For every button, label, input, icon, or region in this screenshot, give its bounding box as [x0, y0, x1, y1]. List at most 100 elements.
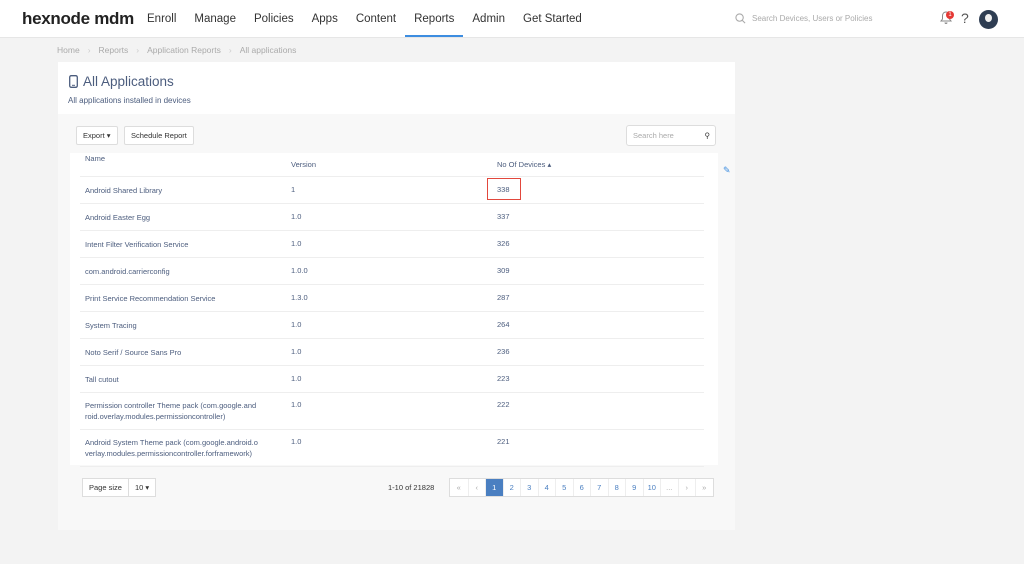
cell-name: Android Shared Library: [85, 186, 163, 195]
column-header-version[interactable]: Version: [291, 153, 316, 177]
breadcrumb-separator-icon: ›: [228, 45, 232, 55]
export-button[interactable]: Export ▾: [76, 126, 118, 145]
breadcrumb: Home › Reports › Application Reports › All app…: [57, 45, 296, 55]
table-header: Name Version No Of Devices ▴: [80, 153, 704, 177]
cell-name: Tall cutout: [85, 375, 119, 384]
page-button[interactable]: »: [695, 479, 713, 496]
cell-devices: 287: [497, 293, 510, 302]
page-button[interactable]: 5: [555, 479, 573, 496]
page-button[interactable]: 10: [642, 479, 661, 496]
page-button[interactable]: ...: [660, 479, 678, 496]
main-menu: Enroll Manage Policies Apps Content Reports Ad…: [138, 0, 591, 38]
nav-item-manage[interactable]: Manage: [185, 0, 245, 38]
nav-item-policies[interactable]: Policies: [245, 0, 303, 38]
table-row[interactable]: Android System Theme pack (com.google.an…: [80, 430, 704, 467]
export-label: Export: [83, 131, 105, 140]
table-search-input[interactable]: Search here ⚲: [626, 125, 716, 146]
cell-devices: 221: [497, 437, 510, 446]
breadcrumb-separator-icon: ›: [136, 45, 140, 55]
cell-version: 1.0: [291, 320, 302, 329]
cell-version: 1.0: [291, 374, 302, 383]
highlight-box: [487, 178, 521, 200]
page-size-select[interactable]: Page size 10 ▾: [82, 478, 157, 497]
cell-version: 1.0: [291, 239, 302, 248]
cell-version: 1.3.0: [291, 293, 308, 302]
table-row[interactable]: Intent Filter Verification Service 1.0 326: [80, 231, 704, 258]
cell-name: Android System Theme pack (com.google.an…: [85, 438, 258, 458]
caret-down-icon: ▾: [106, 131, 111, 140]
nav-item-get-started[interactable]: Get Started: [514, 0, 591, 38]
cell-name: Android Easter Egg: [85, 213, 151, 222]
page-button[interactable]: 7: [590, 479, 608, 496]
card-header: All Applications All applications instal…: [58, 62, 735, 114]
cell-devices: 337: [497, 212, 510, 221]
cell-version: 1.0: [291, 347, 302, 356]
breadcrumb-item[interactable]: Reports: [99, 45, 129, 55]
page-subtitle: All applications installed in devices: [68, 96, 191, 105]
page-size-value: 10: [134, 483, 144, 492]
column-header-label: Name: [85, 154, 106, 163]
table-row[interactable]: com.android.carrierconfig 1.0.0 309: [80, 258, 704, 285]
top-nav: hexnode mdm Enroll Manage Policies Apps Cont…: [0, 0, 1024, 38]
search-icon: [735, 13, 746, 24]
page-button[interactable]: 6: [572, 479, 591, 496]
sort-ascending-icon: ▴: [545, 160, 552, 169]
page-button[interactable]: ‹: [467, 479, 486, 496]
nav-item-enroll[interactable]: Enroll: [138, 0, 185, 38]
cell-devices: 264: [497, 320, 510, 329]
page-size-label: Page size: [89, 483, 122, 492]
edit-columns-icon[interactable]: ✎: [723, 165, 731, 176]
mobile-icon: [69, 75, 78, 88]
page-button[interactable]: 2: [502, 479, 521, 496]
nav-item-reports[interactable]: Reports: [405, 0, 464, 38]
page-title-text: All Applications: [83, 74, 174, 89]
cell-name: Print Service Recommendation Service: [85, 294, 216, 303]
record-count: 1-10 of 21828: [388, 483, 435, 492]
breadcrumb-separator-icon: ›: [87, 45, 91, 55]
cell-name: Intent Filter Verification Service: [85, 240, 189, 249]
column-header-label: Version: [291, 160, 317, 169]
table-row[interactable]: Tall cutout 1.0 223: [80, 366, 704, 393]
nav-item-apps[interactable]: Apps: [303, 0, 347, 38]
cell-version: 1: [291, 185, 296, 194]
page-button[interactable]: 1: [485, 479, 503, 496]
cell-version: 1.0: [291, 400, 302, 409]
avatar[interactable]: [979, 10, 998, 29]
page-button[interactable]: 8: [607, 479, 626, 496]
schedule-report-button[interactable]: Schedule Report: [124, 126, 194, 145]
table-row[interactable]: Android Easter Egg 1.0 337: [80, 204, 704, 231]
cell-name: System Tracing: [85, 321, 137, 330]
page-button[interactable]: ›: [677, 479, 696, 496]
cell-devices: 309: [497, 266, 510, 275]
breadcrumb-item: All applications: [239, 45, 297, 55]
search-icon: ⚲: [704, 131, 711, 140]
global-search[interactable]: Search Devices, Users or Policies: [735, 13, 872, 24]
table-row[interactable]: Permission controller Theme pack (com.go…: [80, 393, 704, 430]
cell-name: Noto Serif / Source Sans Pro: [85, 348, 182, 357]
table-row[interactable]: Noto Serif / Source Sans Pro 1.0 236: [80, 339, 704, 366]
page-button[interactable]: 4: [537, 479, 556, 496]
page-button[interactable]: «: [450, 479, 468, 496]
global-search-placeholder: Search Devices, Users or Policies: [752, 14, 873, 23]
breadcrumb-item[interactable]: Home: [57, 45, 80, 55]
table-row[interactable]: Print Service Recommendation Service 1.3.…: [80, 285, 704, 312]
cell-devices: 236: [497, 347, 510, 356]
notification-badge: 1: [946, 11, 954, 19]
page-button[interactable]: 3: [520, 479, 538, 496]
nav-item-admin[interactable]: Admin: [463, 0, 514, 38]
breadcrumb-item[interactable]: Application Reports: [147, 45, 221, 55]
page-button[interactable]: 9: [625, 479, 643, 496]
pagination: «‹ 1 2 3 4 5 6 7 8 9 10... ›»: [449, 478, 714, 497]
help-icon[interactable]: ?: [961, 10, 969, 26]
table-row[interactable]: System Tracing 1.0 264: [80, 312, 704, 339]
logo[interactable]: hexnode mdm: [22, 9, 134, 29]
nav-item-content[interactable]: Content: [347, 0, 405, 38]
page-title: All Applications: [69, 74, 174, 89]
column-header-no-of-devices[interactable]: No Of Devices ▴: [497, 153, 551, 177]
cell-version: 1.0.0: [291, 266, 308, 275]
cell-devices: 326: [497, 239, 510, 248]
cell-name: com.android.carrierconfig: [85, 267, 170, 276]
table-row[interactable]: Android Shared Library 1 338: [80, 177, 704, 204]
column-header-label: No Of Devices: [497, 160, 546, 169]
column-header-name[interactable]: Name: [85, 153, 275, 164]
